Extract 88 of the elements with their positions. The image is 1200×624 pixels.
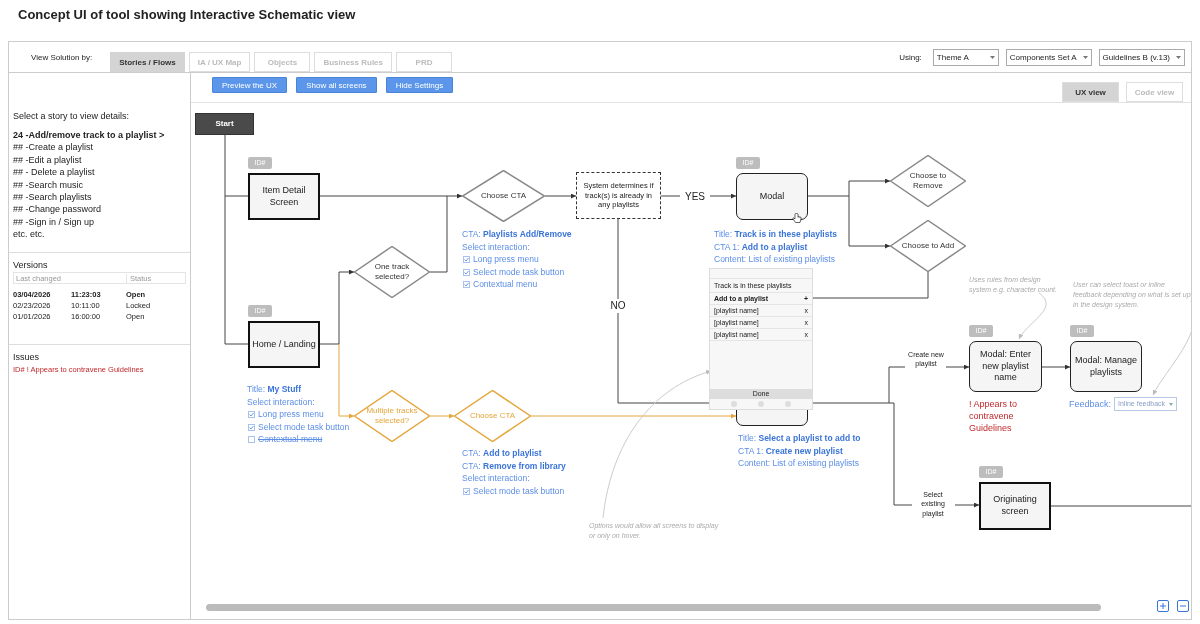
decision-label: Multiple tracks selected? <box>365 406 419 426</box>
checkbox[interactable] <box>463 268 470 276</box>
decision-label: Choose to Add <box>901 241 955 251</box>
annotation-text: CTA 1: Create new playlist <box>738 444 844 458</box>
checkbox[interactable] <box>463 487 470 495</box>
leader-line <box>1018 292 1047 340</box>
connector-arrow <box>945 364 970 370</box>
option-label: Long press menu <box>258 408 324 421</box>
story-prompt: Select a story to view details: <box>13 111 131 121</box>
caret-icon <box>1176 55 1181 59</box>
annotation-text: CTA: Playlists Add/Remove <box>462 228 572 241</box>
decision-diamond[interactable] <box>354 246 430 298</box>
decision-label: One track selected? <box>373 262 411 282</box>
versions-title: Versions <box>13 260 49 270</box>
connector-arrow <box>544 193 577 199</box>
option-label: Contextual menu <box>258 433 323 446</box>
connector-arrow <box>954 502 980 508</box>
option-label: Select mode task button <box>258 420 350 434</box>
decision-diamond[interactable] <box>462 170 545 222</box>
connector-arrow <box>429 413 455 419</box>
dot-icon <box>758 401 764 407</box>
checkbox[interactable] <box>248 436 255 444</box>
checkbox[interactable] <box>463 281 470 289</box>
issues-title: Issues <box>13 352 40 362</box>
annotation-text: Content: List of existing playlists <box>714 253 836 266</box>
view-tab[interactable]: Stories / Flows <box>110 52 185 72</box>
caret-icon <box>1169 402 1174 406</box>
annotation-text: Content: List of existing playlists <box>738 457 860 470</box>
story-item[interactable]: ## -Search music <box>13 178 186 192</box>
story-item[interactable]: ## -Sign in / Sign up <box>13 215 186 229</box>
horizontal-scrollbar[interactable] <box>206 604 1101 611</box>
decision-diamond[interactable] <box>454 390 531 442</box>
annotation-text: CTA 1: Add to a playlist <box>714 240 809 254</box>
option-label: Long press menu <box>473 253 539 266</box>
connector-arrow <box>1041 364 1071 370</box>
decision-label: Choose to Remove <box>908 171 948 191</box>
dropdown[interactable]: Guidelines B (v.13) <box>1098 48 1185 66</box>
annotation-text: CTA: Add to playlist <box>462 447 543 460</box>
start-node[interactable]: Start <box>195 113 254 135</box>
decision-label: Choose CTA <box>469 411 516 421</box>
story-item[interactable]: ## -Search playlists <box>13 191 186 204</box>
annotation-text: Title: Select a playlist to add to <box>738 432 861 445</box>
connector-line <box>660 195 681 197</box>
caret-icon <box>989 55 995 59</box>
annotation-text: Select interaction: <box>462 240 531 254</box>
checkbox[interactable] <box>248 423 255 431</box>
story-item[interactable]: ## -Edit a playlist <box>13 153 186 167</box>
annotation-text: Title: My Stuff <box>247 383 302 396</box>
dropdown[interactable]: Components Set A <box>1005 48 1092 66</box>
option-label: Select mode task button <box>473 265 565 279</box>
using-label: Using: <box>899 52 922 62</box>
modal-node[interactable]: Modal <box>736 173 808 220</box>
issue-text: ! Appears to contravene Guidelines <box>969 398 1019 434</box>
decision-label: Choose CTA <box>480 191 527 201</box>
dot-icon <box>785 401 792 407</box>
dot-icon <box>730 401 737 407</box>
edge-label: NO <box>608 299 628 313</box>
story-item[interactable]: ## -Change password <box>13 203 186 216</box>
checkbox[interactable] <box>463 256 470 263</box>
screen-node[interactable]: Originating screen <box>979 482 1051 530</box>
screen-node[interactable]: Item Detail Screen <box>248 173 320 220</box>
zoom-out-icon[interactable] <box>1177 600 1189 612</box>
dropdown[interactable]: Theme A <box>932 48 999 66</box>
option-label: Select mode task button <box>473 484 565 498</box>
modal-node[interactable]: Modal: Manage playlists <box>1070 341 1142 392</box>
option-label: Contextual menu <box>473 278 538 291</box>
story-item[interactable]: etc. etc. <box>13 228 186 241</box>
decision-diamond[interactable] <box>890 220 966 272</box>
page-title: Concept UI of tool showing Interactive Schematic view <box>18 7 356 22</box>
hand-pointer-icon <box>792 213 802 224</box>
view-tab[interactable]: UX view <box>1062 82 1119 102</box>
zoom-in-icon[interactable] <box>1157 600 1169 612</box>
annotation-text: CTA: Remove from library <box>462 459 566 473</box>
annotation-text: Title: Track is in these playlists <box>714 228 837 241</box>
story-item[interactable]: ## -Create a playlist <box>13 141 186 154</box>
feedback-label: Feedback: <box>1069 397 1112 411</box>
view-label: View Solution by: <box>31 52 93 62</box>
checkbox[interactable] <box>248 411 255 418</box>
modal-node[interactable]: Modal: Enter new playlist name <box>969 341 1042 392</box>
screen-node[interactable]: Home / Landing <box>248 321 320 368</box>
decision-diamond[interactable] <box>354 390 430 442</box>
annotation-text: Select interaction: <box>462 472 531 485</box>
connector-arrow <box>709 193 737 199</box>
story-item[interactable]: ## - Delete a playlist <box>13 166 186 179</box>
story-item[interactable]: 24 -Add/remove track to a playlist > <box>13 129 186 142</box>
decision-diamond[interactable] <box>890 155 966 207</box>
annotation-text: Select interaction: <box>247 395 316 409</box>
caret-icon <box>1082 55 1088 59</box>
